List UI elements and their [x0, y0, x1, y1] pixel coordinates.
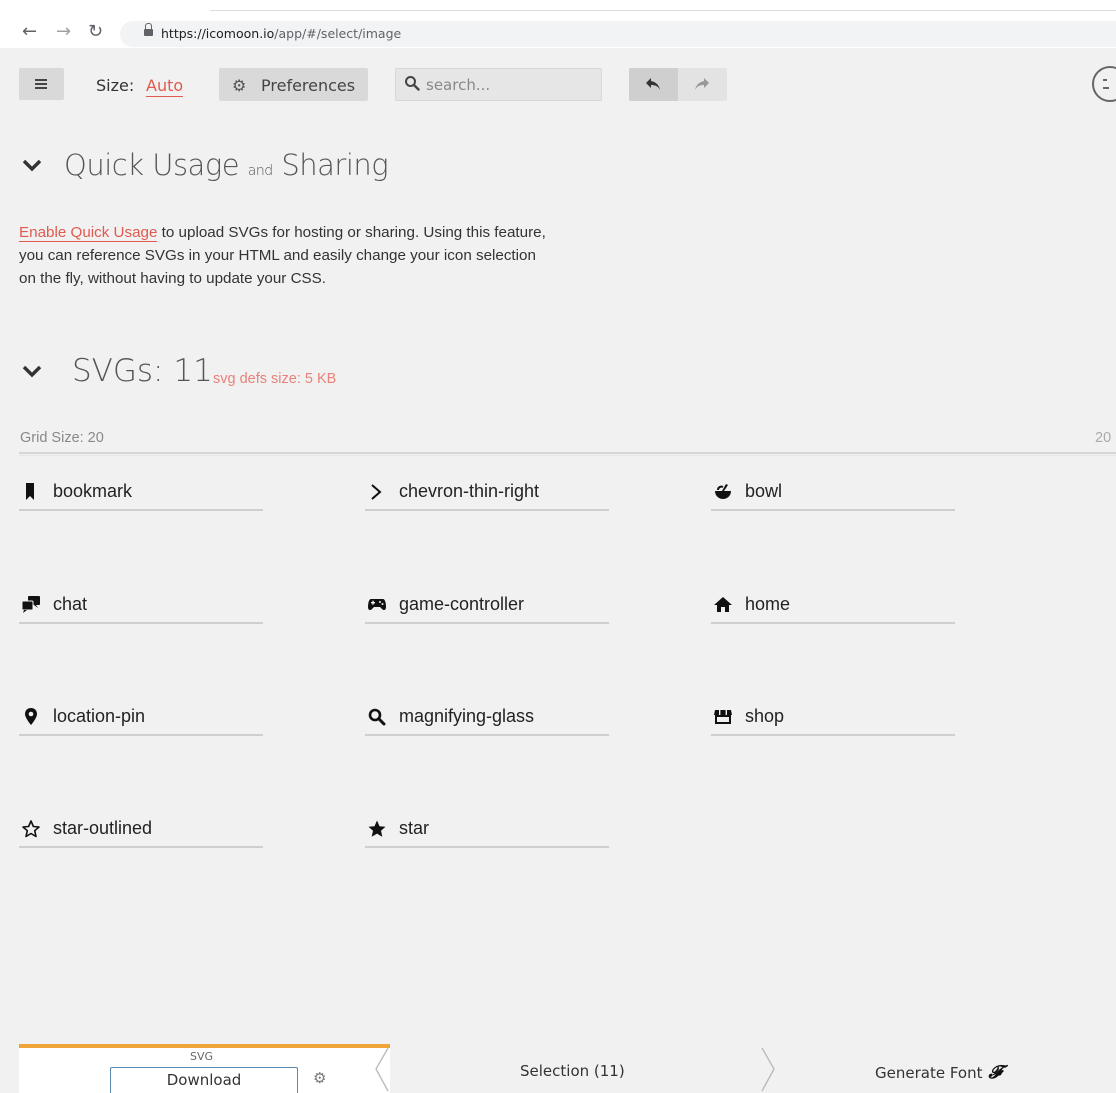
undo-icon: [646, 78, 660, 90]
reload-icon[interactable]: ↻: [88, 22, 103, 42]
game-controller-icon: [368, 599, 386, 611]
quick-usage-title-end: Sharing: [281, 148, 389, 182]
glyph-item[interactable]: chevron-thin-right: [365, 481, 609, 511]
tab-strip-line: [210, 10, 1116, 11]
description-line-1: to upload SVGs for hosting or sharing. U…: [157, 224, 546, 241]
location-pin-icon: [25, 708, 37, 725]
glyph-name: bookmark: [53, 481, 133, 501]
glyph-name: home: [745, 594, 791, 614]
grid-size-value: 20: [1095, 430, 1112, 446]
glyph-item[interactable]: star-outlined: [19, 818, 263, 848]
home-icon: [714, 597, 732, 612]
download-label: Download: [166, 1071, 242, 1089]
gear-icon: ⚙: [232, 76, 247, 95]
undo-redo-group: [629, 68, 727, 101]
grid-size-slider-track[interactable]: [19, 452, 1116, 454]
star-outlined-icon: [22, 820, 40, 838]
gear-icon[interactable]: ⚙: [313, 1069, 326, 1087]
glyph-item[interactable]: bookmark: [19, 481, 263, 511]
back-arrow-icon[interactable]: ←: [22, 22, 37, 42]
quick-usage-title: Quick Usage: [64, 148, 240, 182]
menu-button[interactable]: [19, 68, 64, 100]
chevron-right-separator-icon: [761, 1047, 775, 1092]
generate-font-button[interactable]: Generate Font 𝓕: [875, 1062, 1002, 1083]
glyph-name: bowl: [745, 481, 783, 501]
url-text[interactable]: https://icomoon.io/app/#/select/image: [161, 26, 401, 41]
format-label: SVG: [190, 1050, 214, 1063]
user-avatar-icon[interactable]: [1092, 66, 1116, 102]
glyph-item[interactable]: location-pin: [19, 706, 263, 736]
quick-usage-heading[interactable]: Quick Usage and Sharing: [64, 148, 389, 182]
preferences-label: Preferences: [261, 76, 356, 95]
chevron-thin-right-icon: [371, 484, 382, 500]
size-value-selector[interactable]: Auto: [146, 76, 184, 97]
redo-icon: [695, 78, 709, 90]
search-input[interactable]: [426, 74, 596, 96]
url-path: /app/#/select/image: [274, 26, 402, 41]
hamburger-icon: [35, 79, 47, 81]
glyph-name: chevron-thin-right: [399, 481, 540, 501]
glyph-name: game-controller: [399, 594, 525, 614]
download-panel-highlight: [19, 1044, 390, 1048]
browser-bar: ← → ↻ https://icomoon.io/app/#/select/im…: [0, 0, 1116, 48]
forward-arrow-icon[interactable]: →: [56, 22, 71, 42]
quick-usage-and: and: [247, 163, 273, 179]
description-line-2: you can reference SVGs in your HTML and …: [19, 247, 536, 264]
chevron-left-separator-icon: [375, 1047, 389, 1092]
glyph-item[interactable]: shop: [711, 706, 955, 736]
glyph-item[interactable]: star: [365, 818, 609, 848]
address-bar[interactable]: https://icomoon.io/app/#/select/image: [120, 21, 1116, 47]
glyph-item[interactable]: magnifying-glass: [365, 706, 609, 736]
glyph-name: star: [399, 818, 430, 838]
svgs-heading[interactable]: SVGs: 11: [72, 353, 213, 389]
font-icon: 𝓕: [988, 1062, 1002, 1083]
magnifying-glass-icon: [368, 708, 386, 726]
glyph-item[interactable]: game-controller: [365, 594, 609, 624]
glyph-item[interactable]: chat: [19, 594, 263, 624]
url-host: https://icomoon.io: [161, 26, 275, 41]
shop-icon: [714, 710, 732, 724]
bookmark-icon: [26, 483, 34, 500]
chevron-down-icon[interactable]: [22, 159, 42, 173]
lock-icon: [144, 23, 153, 36]
glyph-name: chat: [53, 594, 88, 614]
quick-usage-description: Enable Quick Usage to upload SVGs for ho…: [19, 221, 639, 290]
size-label: Size:: [96, 76, 135, 95]
footer-bar: SVG Download ⚙ Selection (11) Generate F…: [0, 1040, 1116, 1093]
chevron-down-icon[interactable]: [22, 365, 42, 379]
selection-tab[interactable]: Selection (11): [520, 1062, 625, 1080]
glyph-name: shop: [745, 706, 785, 726]
svg-defs-size: svg defs size: 5 KB: [213, 371, 337, 387]
glyph-name: magnifying-glass: [399, 706, 535, 726]
glyph-item[interactable]: home: [711, 594, 955, 624]
grid-size-label: Grid Size: 20: [20, 430, 104, 446]
glyph-name: star-outlined: [53, 818, 153, 838]
star-icon: [368, 820, 386, 837]
undo-button[interactable]: [629, 68, 678, 101]
enable-quick-usage-link[interactable]: Enable Quick Usage: [19, 224, 158, 242]
download-button[interactable]: Download: [110, 1067, 298, 1093]
description-line-3: on the fly, without having to update you…: [19, 270, 327, 287]
preferences-button[interactable]: ⚙ Preferences: [219, 68, 368, 101]
redo-button[interactable]: [678, 68, 727, 101]
search-icon: [405, 76, 420, 91]
bowl-icon: [715, 484, 731, 499]
divider: [19, 455, 1116, 456]
search-box[interactable]: [395, 68, 602, 101]
glyph-name: location-pin: [53, 706, 146, 726]
chat-icon: [21, 596, 40, 613]
app-toolbar: Size: Auto ⚙ Preferences: [0, 48, 1116, 119]
glyph-item[interactable]: bowl: [711, 481, 955, 511]
generate-font-label: Generate Font: [875, 1064, 983, 1082]
